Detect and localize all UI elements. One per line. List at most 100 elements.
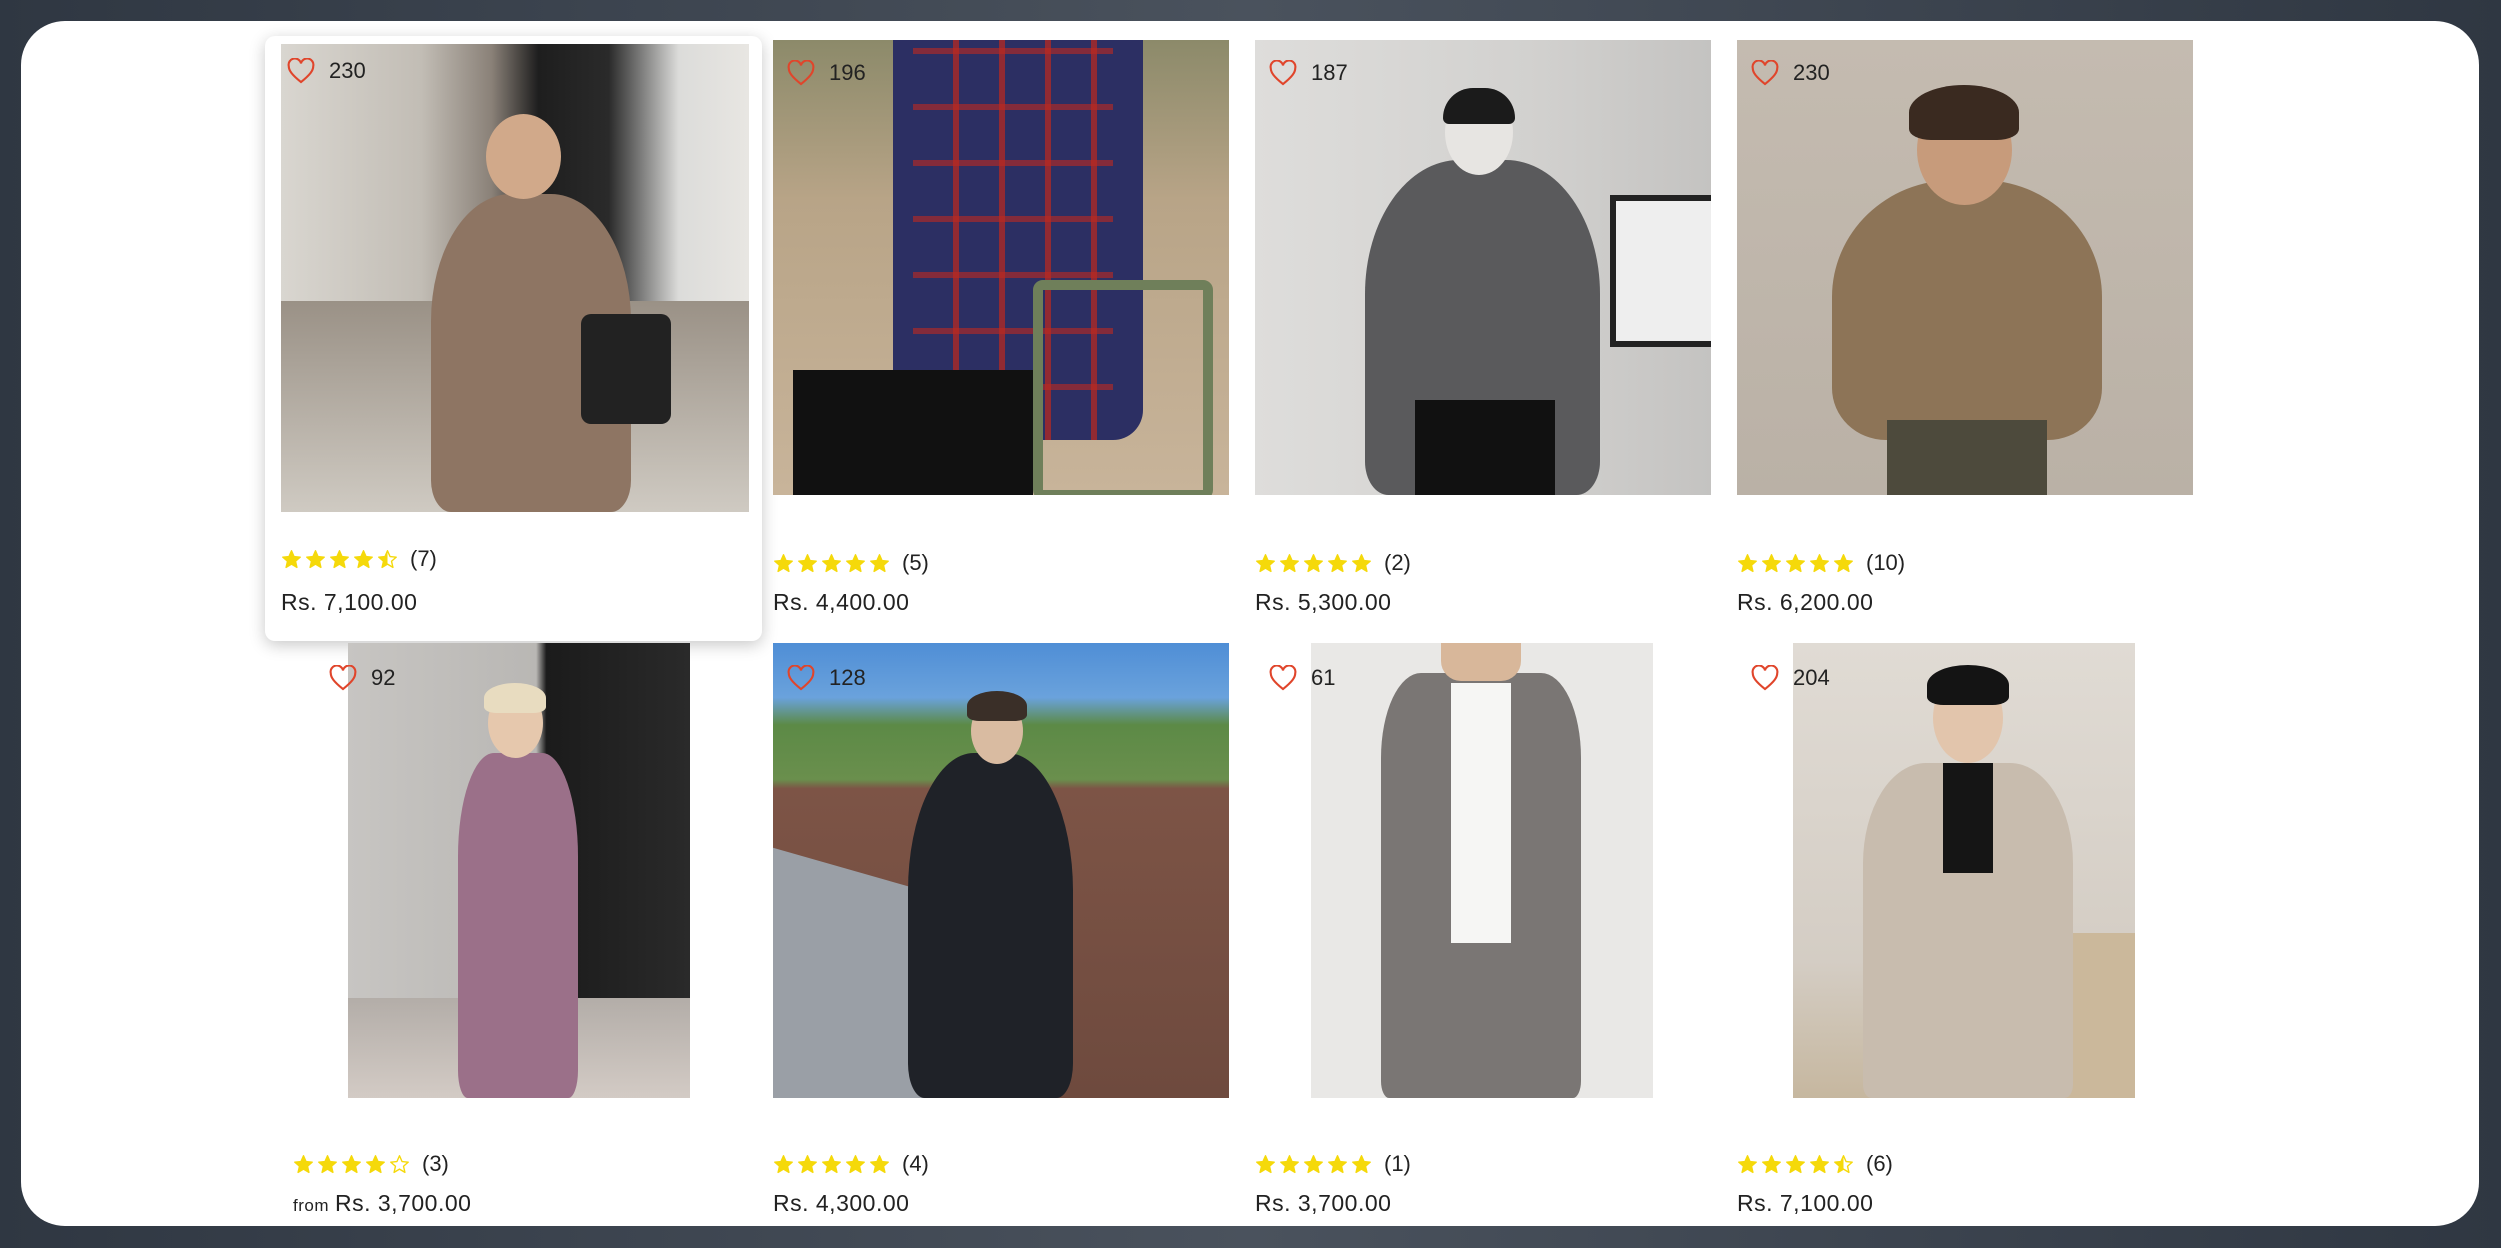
product-image[interactable] bbox=[348, 643, 690, 1098]
like-count: 204 bbox=[1793, 665, 1830, 690]
product-rating: (3) bbox=[293, 1151, 449, 1177]
star-full-icon bbox=[1761, 1154, 1782, 1175]
heart-icon bbox=[1751, 665, 1779, 691]
heart-icon bbox=[787, 665, 815, 691]
rating-stars bbox=[1737, 1154, 1854, 1175]
product-card[interactable]: 187 (2) Rs. 5,300.00 bbox=[1255, 40, 1711, 620]
star-full-icon bbox=[1303, 1154, 1324, 1175]
product-rating: (6) bbox=[1737, 1151, 1893, 1177]
star-full-icon bbox=[797, 1154, 818, 1175]
like-count: 61 bbox=[1311, 665, 1336, 690]
heart-icon bbox=[1751, 60, 1779, 86]
star-full-icon bbox=[1303, 553, 1324, 574]
star-full-icon bbox=[1785, 553, 1806, 574]
product-card[interactable]: 196 (5) Rs. 4,400.00 bbox=[773, 40, 1229, 620]
product-price: Rs. 6,200.00 bbox=[1737, 589, 1873, 616]
price-from-label: from bbox=[293, 1196, 329, 1215]
like-count: 128 bbox=[829, 665, 866, 690]
product-card[interactable]: 92 (3) from Rs. 3,700.00 bbox=[281, 643, 737, 1223]
rating-stars bbox=[293, 1154, 410, 1175]
star-full-icon bbox=[797, 553, 818, 574]
product-card[interactable]: 128 (4) Rs. 4,300.00 bbox=[773, 643, 1229, 1223]
product-price: Rs. 5,300.00 bbox=[1255, 589, 1391, 616]
product-image[interactable] bbox=[773, 40, 1229, 495]
like-button[interactable]: 92 bbox=[329, 665, 395, 691]
star-full-icon bbox=[845, 1154, 866, 1175]
price-value: Rs. 4,300.00 bbox=[773, 1190, 910, 1216]
price-value: Rs. 4,400.00 bbox=[773, 589, 910, 615]
star-full-icon bbox=[1785, 1154, 1806, 1175]
price-value: Rs. 6,200.00 bbox=[1737, 589, 1874, 615]
star-full-icon bbox=[305, 549, 326, 570]
star-full-icon bbox=[1279, 553, 1300, 574]
product-rating: (4) bbox=[773, 1151, 929, 1177]
review-count: (10) bbox=[1866, 550, 1906, 575]
star-full-icon bbox=[1737, 553, 1758, 574]
product-image[interactable] bbox=[1737, 40, 2193, 495]
star-full-icon bbox=[317, 1154, 338, 1175]
heart-icon bbox=[1269, 60, 1297, 86]
star-full-icon bbox=[869, 1154, 890, 1175]
price-value: Rs. 5,300.00 bbox=[1255, 589, 1392, 615]
star-full-icon bbox=[1327, 553, 1348, 574]
product-price: Rs. 4,400.00 bbox=[773, 589, 909, 616]
product-card[interactable]: 230 (7) Rs. 7,100.00 bbox=[265, 36, 762, 641]
like-button[interactable]: 61 bbox=[1269, 665, 1335, 691]
product-card[interactable]: 230 (10) Rs. 6,200.00 bbox=[1737, 40, 2193, 620]
review-count: (2) bbox=[1384, 550, 1411, 575]
star-full-icon bbox=[329, 549, 350, 570]
star-full-icon bbox=[1351, 553, 1372, 574]
product-card[interactable]: 204 (6) Rs. 7,100.00 bbox=[1737, 643, 2193, 1223]
like-count: 187 bbox=[1311, 60, 1348, 85]
star-empty-icon bbox=[389, 1154, 410, 1175]
star-full-icon bbox=[821, 1154, 842, 1175]
star-half-icon bbox=[1833, 1154, 1854, 1175]
star-half-icon bbox=[377, 549, 398, 570]
like-button[interactable]: 187 bbox=[1269, 60, 1348, 86]
product-image[interactable] bbox=[1793, 643, 2135, 1098]
star-full-icon bbox=[1255, 553, 1276, 574]
price-value: Rs. 7,100.00 bbox=[281, 589, 418, 615]
star-full-icon bbox=[845, 553, 866, 574]
star-full-icon bbox=[341, 1154, 362, 1175]
like-button[interactable]: 196 bbox=[787, 60, 866, 86]
product-card[interactable]: 61 (1) Rs. 3,700.00 bbox=[1255, 643, 1711, 1223]
heart-icon bbox=[1269, 665, 1297, 691]
star-full-icon bbox=[365, 1154, 386, 1175]
product-image[interactable] bbox=[1311, 643, 1653, 1098]
star-full-icon bbox=[1351, 1154, 1372, 1175]
rating-stars bbox=[1737, 553, 1854, 574]
review-count: (7) bbox=[410, 546, 437, 571]
like-button[interactable]: 204 bbox=[1751, 665, 1830, 691]
product-grid-panel: 230 (7) Rs. 7,100.00 196 (5) Rs. 4,400.0… bbox=[21, 21, 2479, 1226]
review-count: (4) bbox=[902, 1151, 929, 1176]
product-image[interactable] bbox=[1255, 40, 1711, 495]
product-rating: (7) bbox=[281, 546, 437, 572]
like-button[interactable]: 230 bbox=[287, 58, 366, 84]
star-full-icon bbox=[353, 549, 374, 570]
star-full-icon bbox=[773, 1154, 794, 1175]
price-value: Rs. 3,700.00 bbox=[1255, 1190, 1392, 1216]
like-button[interactable]: 128 bbox=[787, 665, 866, 691]
star-full-icon bbox=[1327, 1154, 1348, 1175]
product-price: Rs. 7,100.00 bbox=[281, 589, 417, 616]
star-full-icon bbox=[1737, 1154, 1758, 1175]
star-full-icon bbox=[1833, 553, 1854, 574]
product-price: Rs. 4,300.00 bbox=[773, 1190, 909, 1217]
like-count: 92 bbox=[371, 665, 396, 690]
star-full-icon bbox=[293, 1154, 314, 1175]
review-count: (1) bbox=[1384, 1151, 1411, 1176]
heart-icon bbox=[287, 58, 315, 84]
star-full-icon bbox=[821, 553, 842, 574]
like-button[interactable]: 230 bbox=[1751, 60, 1830, 86]
product-rating: (2) bbox=[1255, 550, 1411, 576]
product-image[interactable] bbox=[281, 44, 749, 512]
like-count: 196 bbox=[829, 60, 866, 85]
price-value: Rs. 3,700.00 bbox=[335, 1190, 472, 1216]
product-image[interactable] bbox=[773, 643, 1229, 1098]
star-full-icon bbox=[1809, 553, 1830, 574]
star-full-icon bbox=[1279, 1154, 1300, 1175]
rating-stars bbox=[281, 549, 398, 570]
review-count: (5) bbox=[902, 550, 929, 575]
rating-stars bbox=[1255, 553, 1372, 574]
